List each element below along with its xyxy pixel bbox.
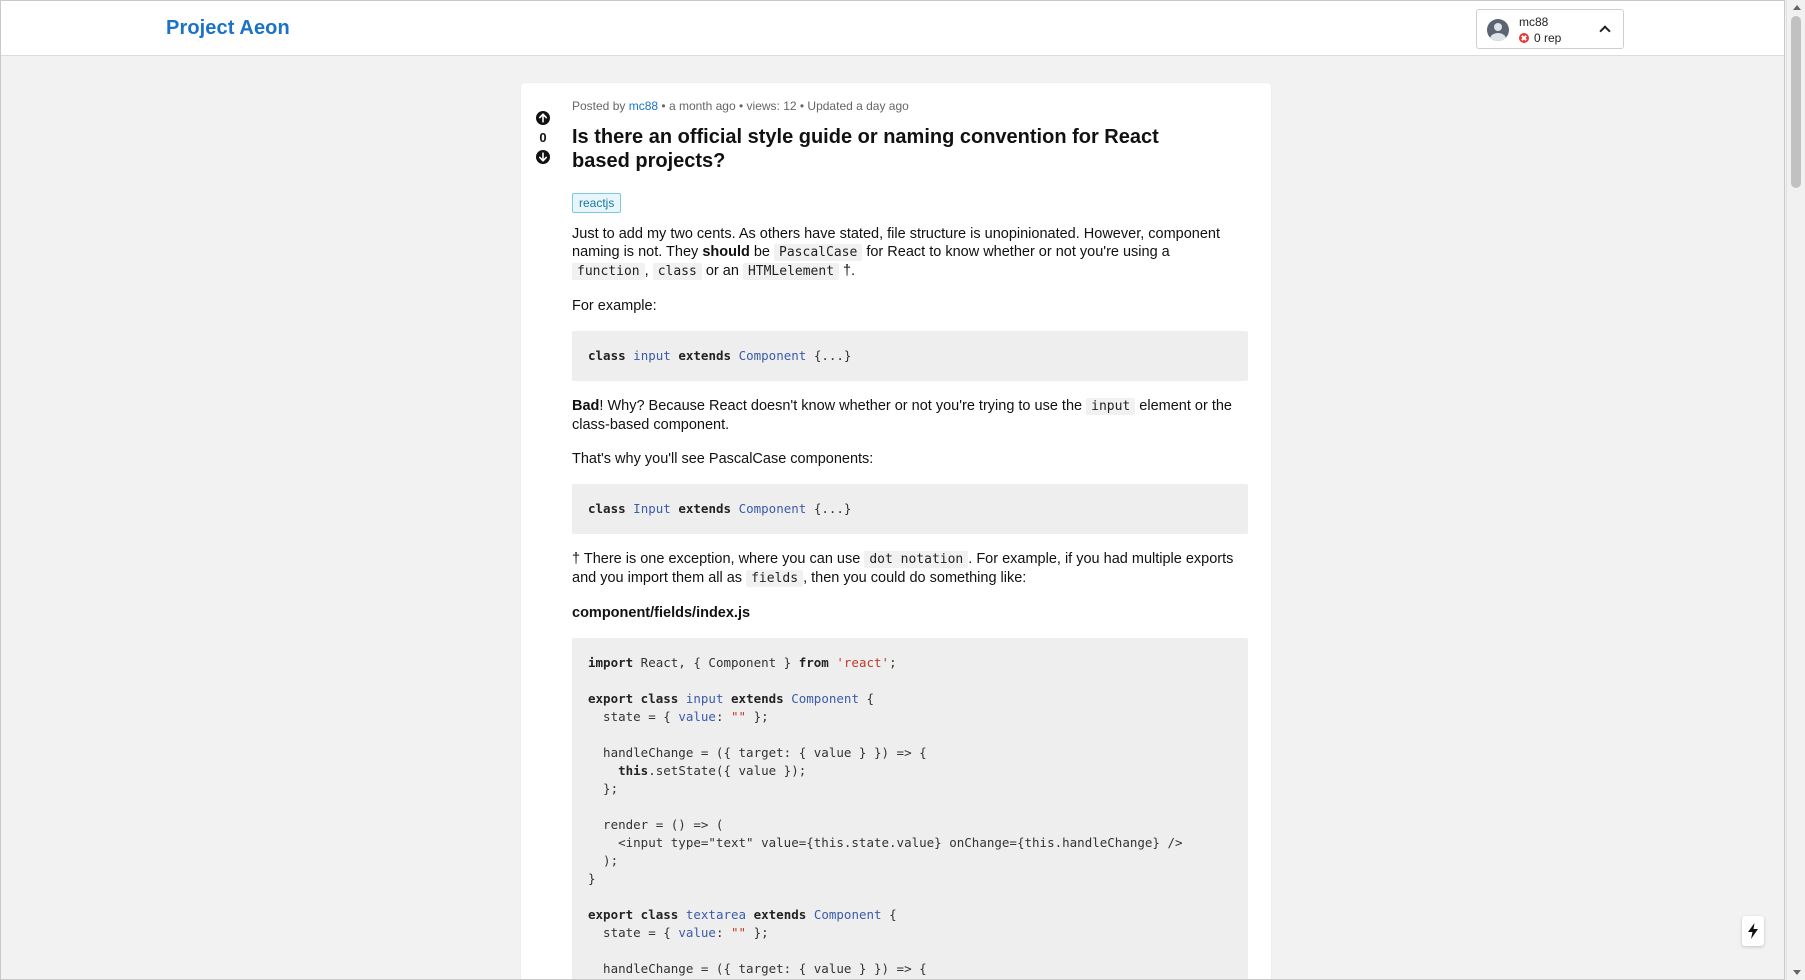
code-token: class [588, 348, 626, 363]
text: †. [839, 263, 856, 279]
page-scrollbar[interactable] [1786, 0, 1805, 980]
code-token: Component [738, 348, 807, 363]
downvote-icon[interactable] [536, 150, 550, 164]
inline-code: input [1086, 398, 1136, 415]
user-rep: 0 rep [1519, 31, 1561, 45]
code-block-1: class input extends Component {...} [572, 331, 1248, 381]
post-card: 0 Posted by mc88 • a month ago • views: … [521, 83, 1271, 979]
tag-reactjs[interactable]: reactjs [572, 193, 622, 213]
code-token: export class [588, 691, 679, 706]
code-token: input [633, 348, 671, 363]
code-token: : [715, 925, 732, 940]
code-token: {...} [813, 501, 852, 516]
inline-code: PascalCase [774, 244, 863, 261]
avatar-icon [1487, 19, 1509, 41]
posted-by-label: Posted by [572, 99, 626, 113]
code-token: input [685, 691, 724, 706]
chevron-up-icon [1599, 25, 1611, 37]
code-token: Input [633, 501, 671, 516]
code-token: React, { Component } [633, 655, 799, 670]
code-token: from [798, 655, 829, 670]
text: for React to know whether or not you're … [862, 244, 1170, 260]
rep-x-icon [1519, 33, 1529, 43]
code-token: : [715, 709, 732, 724]
text: † There is one exception, where you can … [572, 551, 865, 567]
code-token: }; [746, 925, 769, 940]
post-meta: Posted by mc88 • a month ago • views: 12… [572, 99, 1248, 113]
paragraph-5: † There is one exception, where you can … [572, 550, 1248, 588]
code-token: <input type="text" value={this.state.val… [588, 835, 1183, 850]
code-token: ); [588, 853, 619, 868]
code-token: export class [588, 907, 679, 922]
inline-code: fields [746, 570, 804, 587]
top-header: Project Aeon mc88 0 rep [1, 1, 1784, 56]
inline-code: dot notation [864, 551, 969, 568]
rep-text: 0 rep [1534, 31, 1562, 45]
code-token: class [588, 501, 626, 516]
scroll-down-arrow-icon[interactable] [1793, 970, 1801, 975]
brand-logo-link[interactable]: Project Aeon [166, 17, 290, 40]
code-token: { [881, 907, 897, 922]
vote-count: 0 [539, 130, 547, 145]
code-token: ; [889, 655, 897, 670]
code-token: textarea [685, 907, 747, 922]
code-token: { [858, 691, 875, 706]
code-token: extends [731, 691, 784, 706]
vote-column: 0 [536, 111, 550, 164]
code-filename: component/fields/index.js [572, 605, 751, 621]
lightning-icon[interactable] [1742, 916, 1764, 946]
paragraph-1: Just to add my two cents. As others have… [572, 225, 1248, 281]
code-token: handleChange = ({ target: { value } }) =… [588, 745, 927, 760]
text: ! Why? Because React doesn't know whethe… [599, 398, 1087, 414]
inline-code: HTMLelement [742, 263, 840, 280]
text: , then you could do something like: [803, 570, 1027, 586]
user-name: mc88 [1519, 15, 1549, 29]
code-block-3: import React, { Component } from 'react'… [572, 638, 1248, 979]
code-token: Component [738, 501, 807, 516]
code-token: Component [791, 691, 859, 706]
user-menu-button[interactable]: mc88 0 rep [1476, 9, 1624, 49]
code-token: value [678, 709, 716, 724]
code-token: extends [753, 907, 807, 922]
paragraph-4: That's why you'll see PascalCase compone… [572, 451, 874, 467]
code-token: "" [731, 925, 747, 940]
inline-code: class [652, 263, 702, 280]
code-token: this [618, 763, 649, 778]
text-bold: should [702, 244, 750, 260]
code-token: import [588, 655, 634, 670]
post-meta-rest: • a month ago • views: 12 • Updated a da… [661, 99, 909, 113]
code-token: "" [731, 709, 747, 724]
paragraph-2: For example: [572, 298, 657, 314]
code-token: } [588, 871, 596, 886]
browser-viewport: Project Aeon mc88 0 rep 0 Posted by mc88… [0, 0, 1805, 980]
code-block-2: class Input extends Component {...} [572, 484, 1248, 534]
post-body: Just to add my two cents. As others have… [572, 225, 1248, 979]
code-token: }; [588, 781, 619, 796]
paragraph-3: Bad! Why? Because React doesn't know whe… [572, 397, 1248, 434]
page-frame: Project Aeon mc88 0 rep 0 Posted by mc88… [0, 0, 1785, 980]
code-token: value [678, 925, 716, 940]
code-token: extends [678, 501, 732, 516]
text: or an [701, 263, 743, 279]
code-token: 'react' [836, 655, 890, 670]
code-token: extends [678, 348, 732, 363]
post-content: Posted by mc88 • a month ago • views: 12… [572, 83, 1248, 979]
code-token: }; [746, 709, 769, 724]
code-token: Component [813, 907, 882, 922]
post-title: Is there an official style guide or nami… [572, 126, 1159, 172]
text-bold: Bad [572, 398, 600, 414]
code-token: handleChange = ({ target: { value } }) =… [588, 961, 927, 976]
text: be [749, 244, 775, 260]
code-token: {...} [813, 348, 852, 363]
code-token: render = () => ( [588, 817, 724, 832]
scroll-up-arrow-icon[interactable] [1793, 5, 1801, 10]
code-token: state = { [588, 925, 679, 940]
code-token: state = { [588, 709, 679, 724]
upvote-icon[interactable] [536, 111, 550, 125]
text: , [644, 263, 653, 279]
code-token: .setState({ value }); [648, 763, 807, 778]
scroll-thumb[interactable] [1791, 16, 1801, 188]
inline-code: function [572, 263, 645, 280]
author-link[interactable]: mc88 [629, 99, 658, 113]
